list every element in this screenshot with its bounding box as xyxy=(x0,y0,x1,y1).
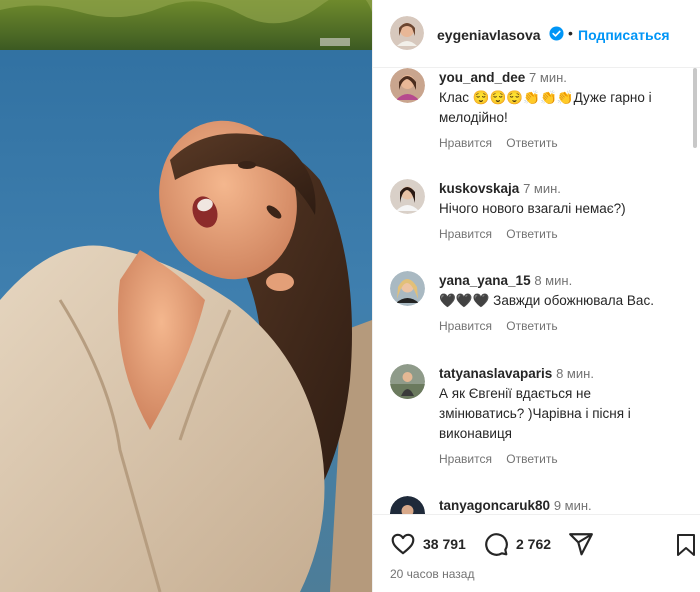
comment-body: you_and_dee 7 мин. Клас 😌😌😌👏👏👏Дуже гарно… xyxy=(439,68,679,128)
like-comment-button[interactable]: Нравится xyxy=(439,452,492,466)
comment-time: 7 мин. xyxy=(529,70,567,85)
photo-illustration xyxy=(0,0,372,592)
comment-actions: Нравится Ответить xyxy=(439,452,569,466)
comment-username[interactable]: kuskovskaja xyxy=(439,181,519,196)
comment-text: 🖤🖤🖤 Завжди обожнювала Вас. xyxy=(439,293,654,308)
commenter-avatar[interactable] xyxy=(390,271,425,306)
bookmark-icon[interactable] xyxy=(675,533,697,557)
instagram-post-modal: eygeniavlasova • Подписаться you_and_dee… xyxy=(0,0,700,592)
post-photo[interactable] xyxy=(0,0,372,592)
comment-body: kuskovskaja 7 мин. Нічого нового взагалі… xyxy=(439,179,679,219)
post-side-panel: eygeniavlasova • Подписаться you_and_dee… xyxy=(373,0,700,592)
likes-count[interactable]: 38 791 xyxy=(423,536,466,552)
comment-username[interactable]: tatyanaslavaparis xyxy=(439,366,552,381)
comment-time: 8 мин. xyxy=(556,366,594,381)
reply-comment-button[interactable]: Ответить xyxy=(506,227,557,241)
comments-list[interactable]: you_and_dee 7 мин. Клас 😌😌😌👏👏👏Дуже гарно… xyxy=(373,68,691,514)
commenter-avatar[interactable] xyxy=(390,364,425,399)
commenter-avatar[interactable] xyxy=(390,179,425,214)
post-header: eygeniavlasova • Подписаться xyxy=(373,0,700,68)
follow-button[interactable]: Подписаться xyxy=(578,27,670,43)
author-avatar[interactable] xyxy=(390,16,424,50)
comment-body: tatyanaslavaparis 8 мин. А як Євгенії вд… xyxy=(439,364,679,444)
comment-text: Нічого нового взагалі немає?) xyxy=(439,201,626,216)
header-separator: • xyxy=(568,25,573,41)
comments-count[interactable]: 2 762 xyxy=(516,536,551,552)
heart-icon[interactable] xyxy=(390,531,416,557)
comment-username[interactable]: yana_yana_15 xyxy=(439,273,531,288)
post-timestamp: 20 часов назад xyxy=(390,567,475,581)
post-footer: 38 791 2 762 20 часов назад xyxy=(373,514,700,592)
commenter-avatar[interactable] xyxy=(390,496,425,514)
author-username[interactable]: eygeniavlasova xyxy=(437,27,541,43)
scrollbar-thumb[interactable] xyxy=(693,68,697,148)
comment-username[interactable]: you_and_dee xyxy=(439,70,525,85)
reply-comment-button[interactable]: Ответить xyxy=(506,319,557,333)
comments-scrollbar[interactable] xyxy=(692,68,698,514)
comment-username[interactable]: tanyagoncaruk80 xyxy=(439,498,550,513)
comment-body: tanyagoncaruk80 9 мин. xyxy=(439,496,679,514)
comment-actions: Нравится Ответить xyxy=(439,319,569,333)
comment-actions: Нравится Ответить xyxy=(439,227,569,241)
comment-time: 7 мин. xyxy=(523,181,561,196)
reply-comment-button[interactable]: Ответить xyxy=(506,452,557,466)
comment-actions: Нравится Ответить xyxy=(439,136,569,150)
like-comment-button[interactable]: Нравится xyxy=(439,319,492,333)
reply-comment-button[interactable]: Ответить xyxy=(506,136,557,150)
commenter-avatar[interactable] xyxy=(390,68,425,103)
comment-text: А як Євгенії вдається не змінюватись? )Ч… xyxy=(439,386,631,441)
verified-badge-icon xyxy=(549,26,564,41)
comment-time: 9 мин. xyxy=(553,498,592,513)
like-comment-button[interactable]: Нравится xyxy=(439,136,492,150)
like-comment-button[interactable]: Нравится xyxy=(439,227,492,241)
comment-body: yana_yana_15 8 мин. 🖤🖤🖤 Завжди обожнювал… xyxy=(439,271,679,311)
comment-icon[interactable] xyxy=(483,531,509,557)
comment-text: Клас 😌😌😌👏👏👏Дуже гарно і мелодійно! xyxy=(439,90,652,125)
share-icon[interactable] xyxy=(568,531,594,557)
comment-time: 8 мин. xyxy=(534,273,573,288)
